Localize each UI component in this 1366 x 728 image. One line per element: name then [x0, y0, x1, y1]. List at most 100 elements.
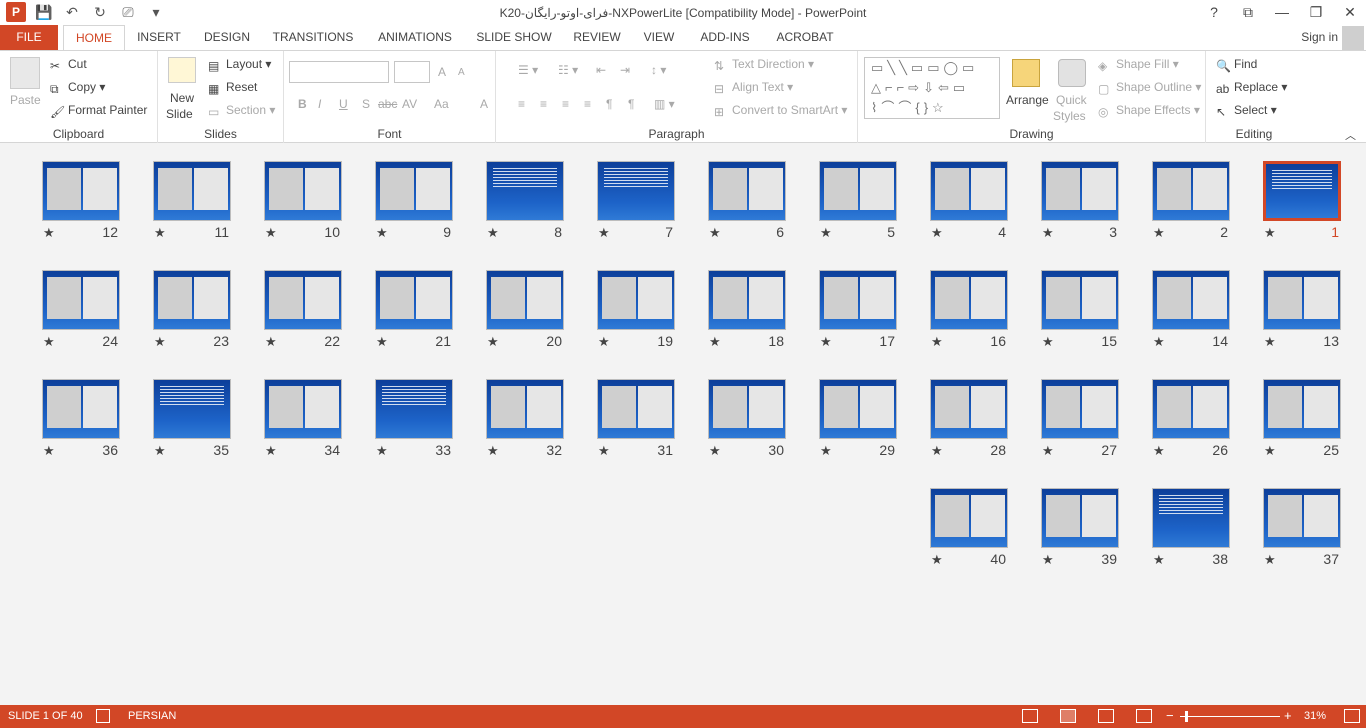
slide-thumbnail[interactable]: [264, 161, 342, 221]
slide-sorter-view-icon[interactable]: [1060, 709, 1076, 723]
slide-thumbnail[interactable]: [819, 379, 897, 439]
zoom-slider[interactable]: [1180, 716, 1280, 717]
animation-star-icon[interactable]: ★: [709, 334, 721, 350]
decrease-indent-icon[interactable]: ⇤: [596, 63, 606, 77]
paste-icon[interactable]: [10, 57, 40, 89]
maximize-icon[interactable]: ❐: [1306, 2, 1326, 22]
find-button[interactable]: Find: [1234, 57, 1257, 71]
change-case-button[interactable]: Aa: [434, 97, 449, 111]
font-color-button[interactable]: A: [480, 97, 488, 111]
quick-styles-icon[interactable]: [1058, 59, 1086, 87]
increase-indent-icon[interactable]: ⇥: [620, 63, 630, 77]
animation-star-icon[interactable]: ★: [43, 225, 55, 241]
animation-star-icon[interactable]: ★: [1153, 225, 1165, 241]
slide-thumbnail[interactable]: [375, 161, 453, 221]
animation-star-icon[interactable]: ★: [265, 225, 277, 241]
slide-thumbnail[interactable]: [708, 161, 786, 221]
animation-star-icon[interactable]: ★: [1264, 443, 1276, 459]
slide-thumbnail[interactable]: [597, 270, 675, 330]
animation-star-icon[interactable]: ★: [598, 225, 610, 241]
bold-button[interactable]: B: [298, 97, 307, 111]
slide-thumbnail[interactable]: [375, 270, 453, 330]
slide-thumbnail[interactable]: [1152, 379, 1230, 439]
animation-star-icon[interactable]: ★: [709, 443, 721, 459]
fit-to-window-icon[interactable]: [1344, 709, 1360, 723]
align-right-icon[interactable]: ≡: [562, 97, 569, 111]
sign-in-link[interactable]: Sign in: [1301, 30, 1338, 44]
underline-button[interactable]: U: [339, 97, 348, 111]
animation-star-icon[interactable]: ★: [1264, 334, 1276, 350]
tab-slide-show[interactable]: SLIDE SHOW: [474, 25, 554, 50]
zoom-out-button[interactable]: −: [1166, 708, 1174, 723]
animation-star-icon[interactable]: ★: [820, 225, 832, 241]
justify-icon[interactable]: ≡: [584, 97, 591, 111]
slide-thumbnail[interactable]: [1152, 161, 1230, 221]
animation-star-icon[interactable]: ★: [376, 334, 388, 350]
format-painter-button[interactable]: Format Painter: [68, 103, 147, 117]
animation-star-icon[interactable]: ★: [598, 334, 610, 350]
slideshow-view-icon[interactable]: [1136, 709, 1152, 723]
animation-star-icon[interactable]: ★: [487, 225, 499, 241]
align-left-icon[interactable]: ≡: [518, 97, 525, 111]
arrange-icon[interactable]: [1012, 59, 1040, 87]
section-button[interactable]: Section: [226, 103, 266, 117]
slide-thumbnail[interactable]: [1041, 161, 1119, 221]
rtl-icon[interactable]: ¶: [628, 97, 634, 111]
replace-button[interactable]: Replace: [1234, 80, 1278, 94]
tab-design[interactable]: DESIGN: [200, 25, 254, 50]
slide-thumbnail[interactable]: [1041, 488, 1119, 548]
font-name-field[interactable]: [289, 61, 389, 83]
avatar[interactable]: [1342, 26, 1364, 50]
animation-star-icon[interactable]: ★: [709, 225, 721, 241]
zoom-slider-thumb[interactable]: [1185, 711, 1188, 722]
reset-button[interactable]: Reset: [226, 80, 257, 94]
tab-add-ins[interactable]: ADD-INS: [694, 25, 756, 50]
tab-acrobat[interactable]: ACROBAT: [772, 25, 838, 50]
align-text-button[interactable]: Align Text: [732, 80, 784, 94]
tab-animations[interactable]: ANIMATIONS: [372, 25, 458, 50]
bullets-icon[interactable]: ☰ ▾: [518, 63, 538, 77]
copy-button[interactable]: Copy: [68, 80, 96, 94]
close-icon[interactable]: ✕: [1340, 2, 1360, 22]
animation-star-icon[interactable]: ★: [1153, 334, 1165, 350]
animation-star-icon[interactable]: ★: [265, 334, 277, 350]
slide-thumbnail[interactable]: [597, 161, 675, 221]
animation-star-icon[interactable]: ★: [820, 334, 832, 350]
tab-view[interactable]: VIEW: [640, 25, 678, 50]
slide-thumbnail[interactable]: [819, 270, 897, 330]
animation-star-icon[interactable]: ★: [1042, 334, 1054, 350]
slide-thumbnail[interactable]: [930, 161, 1008, 221]
slide-thumbnail[interactable]: [1152, 488, 1230, 548]
animation-star-icon[interactable]: ★: [487, 443, 499, 459]
character-spacing-button[interactable]: AV: [402, 97, 417, 111]
slide-thumbnail[interactable]: [819, 161, 897, 221]
animation-star-icon[interactable]: ★: [598, 443, 610, 459]
slide-thumbnail[interactable]: [597, 379, 675, 439]
zoom-level[interactable]: 31%: [1304, 710, 1326, 722]
slide-thumbnail[interactable]: [1263, 161, 1341, 221]
slide-thumbnail[interactable]: [486, 379, 564, 439]
animation-star-icon[interactable]: ★: [43, 334, 55, 350]
animation-star-icon[interactable]: ★: [154, 334, 166, 350]
animation-star-icon[interactable]: ★: [376, 225, 388, 241]
quick-styles-label-1[interactable]: Quick: [1056, 93, 1087, 107]
convert-smartart-button[interactable]: Convert to SmartArt: [732, 103, 838, 117]
shrink-font-button[interactable]: A: [458, 67, 465, 78]
slide-thumbnail[interactable]: [153, 161, 231, 221]
slide-thumbnail[interactable]: [486, 270, 564, 330]
slide-thumbnail[interactable]: [153, 379, 231, 439]
slide-thumbnail[interactable]: [1041, 270, 1119, 330]
slide-thumbnail[interactable]: [486, 161, 564, 221]
animation-star-icon[interactable]: ★: [154, 225, 166, 241]
animation-star-icon[interactable]: ★: [1042, 225, 1054, 241]
slide-thumbnail[interactable]: [1263, 379, 1341, 439]
slide-thumbnail[interactable]: [264, 379, 342, 439]
animation-star-icon[interactable]: ★: [1042, 443, 1054, 459]
tab-file[interactable]: FILE: [0, 25, 58, 50]
slide-thumbnail[interactable]: [930, 488, 1008, 548]
columns-icon[interactable]: ▥ ▾: [654, 97, 675, 111]
shadow-button[interactable]: S: [362, 97, 370, 111]
slide-thumbnail[interactable]: [42, 270, 120, 330]
cut-button[interactable]: Cut: [68, 57, 87, 71]
slide-thumbnail[interactable]: [708, 379, 786, 439]
